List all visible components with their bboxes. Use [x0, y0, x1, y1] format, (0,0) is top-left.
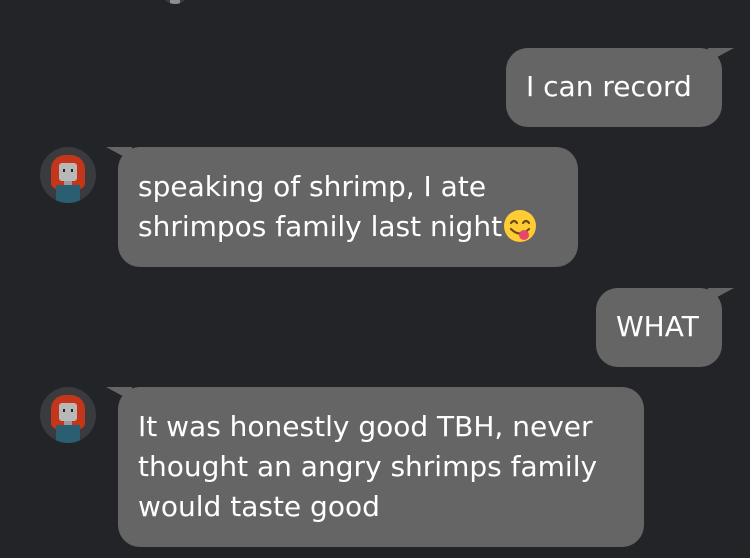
avatar-eyes	[63, 169, 73, 172]
message-text: speaking of shrimp, I ate shrimpos famil…	[138, 167, 558, 247]
avatar-eyes	[63, 409, 73, 412]
message-text-content: speaking of shrimp, I ate shrimpos famil…	[138, 170, 503, 243]
message-text: I can record	[526, 70, 692, 103]
message-bubble-outgoing[interactable]: I can record	[506, 48, 734, 127]
message-text: WHAT	[616, 310, 699, 343]
message-text: It was honestly good TBH, never thought …	[138, 410, 598, 523]
message-bubble-incoming[interactable]: It was honestly good TBH, never thought …	[106, 387, 644, 547]
avatar-face	[59, 163, 77, 181]
message-bubble-incoming[interactable]: speaking of shrimp, I ate shrimpos famil…	[106, 147, 578, 267]
avatar-body	[56, 425, 80, 443]
avatar-face	[59, 403, 77, 421]
avatar[interactable]	[40, 147, 96, 203]
avatar[interactable]	[160, 0, 190, 4]
face-savoring-food-emoji	[504, 210, 537, 242]
chat-thread: I can record speaking of shrimp, I ate s…	[0, 0, 750, 558]
avatar[interactable]	[40, 387, 96, 443]
message-bubble-outgoing[interactable]: WHAT	[596, 288, 734, 367]
avatar-body	[56, 185, 80, 203]
